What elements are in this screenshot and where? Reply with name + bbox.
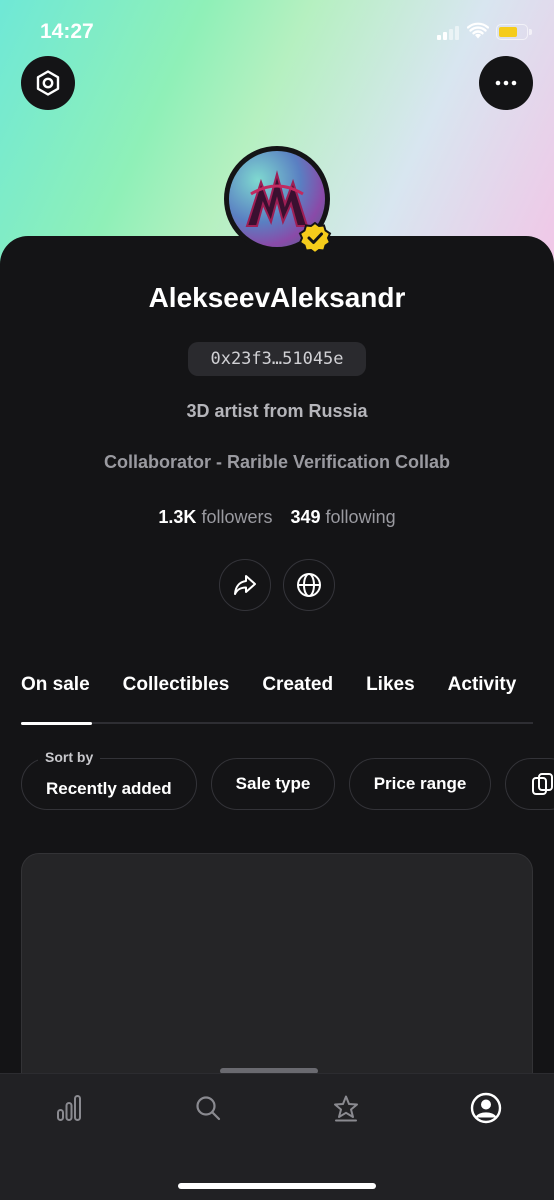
tab-created[interactable]: Created [262,674,333,714]
home-indicator [178,1183,376,1189]
search-icon [196,1096,221,1121]
tab-collectibles[interactable]: Collectibles [123,674,230,714]
followers-link[interactable]: 1.3K followers [158,507,272,527]
hexagon-settings-icon [36,70,60,96]
sort-by-value: Recently added [46,779,172,798]
following-label: following [325,507,396,527]
sale-type-filter[interactable]: Sale type [211,758,335,810]
settings-button[interactable] [21,56,75,110]
follow-stats: 1.3K followers 349 following [0,507,554,528]
sale-type-label: Sale type [235,774,311,793]
nav-search-button[interactable] [190,1090,226,1126]
share-button[interactable] [219,559,271,611]
active-tab-indicator [21,722,92,725]
status-time: 14:27 [40,20,94,43]
status-bar: 14:27 [0,0,554,66]
tab-on-sale[interactable]: On sale [21,674,90,714]
more-options-button[interactable] [479,56,533,110]
wallet-address-button[interactable]: 0x23f3…51045e [188,342,366,376]
cellular-signal-icon [437,26,459,40]
collection-filter-button[interactable] [505,758,554,810]
following-link[interactable]: 349 following [290,507,395,527]
nav-profile-button[interactable] [468,1090,504,1126]
tab-bar: On sale Collectibles Created Likes Activ… [21,674,516,714]
profile-icon [470,1092,502,1124]
following-count: 349 [290,507,321,527]
globe-icon [297,573,321,597]
price-range-filter[interactable]: Price range [349,758,491,810]
website-button[interactable] [283,559,335,611]
followers-label: followers [201,507,273,527]
sort-by-dropdown[interactable]: Recently added [21,758,197,810]
battery-icon [496,24,532,40]
more-dots-icon [495,80,517,86]
share-arrow-icon [234,575,256,595]
profile-bio: 3D artist from Russia [186,401,368,421]
stats-icon [57,1095,81,1121]
collections-icon [532,773,553,795]
price-range-label: Price range [373,774,467,793]
tabs-divider [21,722,533,724]
followers-count: 1.3K [158,507,197,527]
tab-likes[interactable]: Likes [366,674,415,714]
nav-stats-button[interactable] [51,1090,87,1126]
tabs-scroller: On sale Collectibles Created Likes Activ… [0,660,554,730]
profile-collab: Collaborator - Rarible Verification Coll… [103,452,451,472]
verified-badge-icon [298,221,332,255]
profile-username: AlekseevAleksandr [148,282,406,313]
star-icon [334,1095,358,1122]
wifi-icon [467,22,489,39]
tab-activity[interactable]: Activity [448,674,517,714]
nav-favorites-button[interactable] [328,1090,364,1126]
sort-by-caption: Sort by [38,749,101,765]
